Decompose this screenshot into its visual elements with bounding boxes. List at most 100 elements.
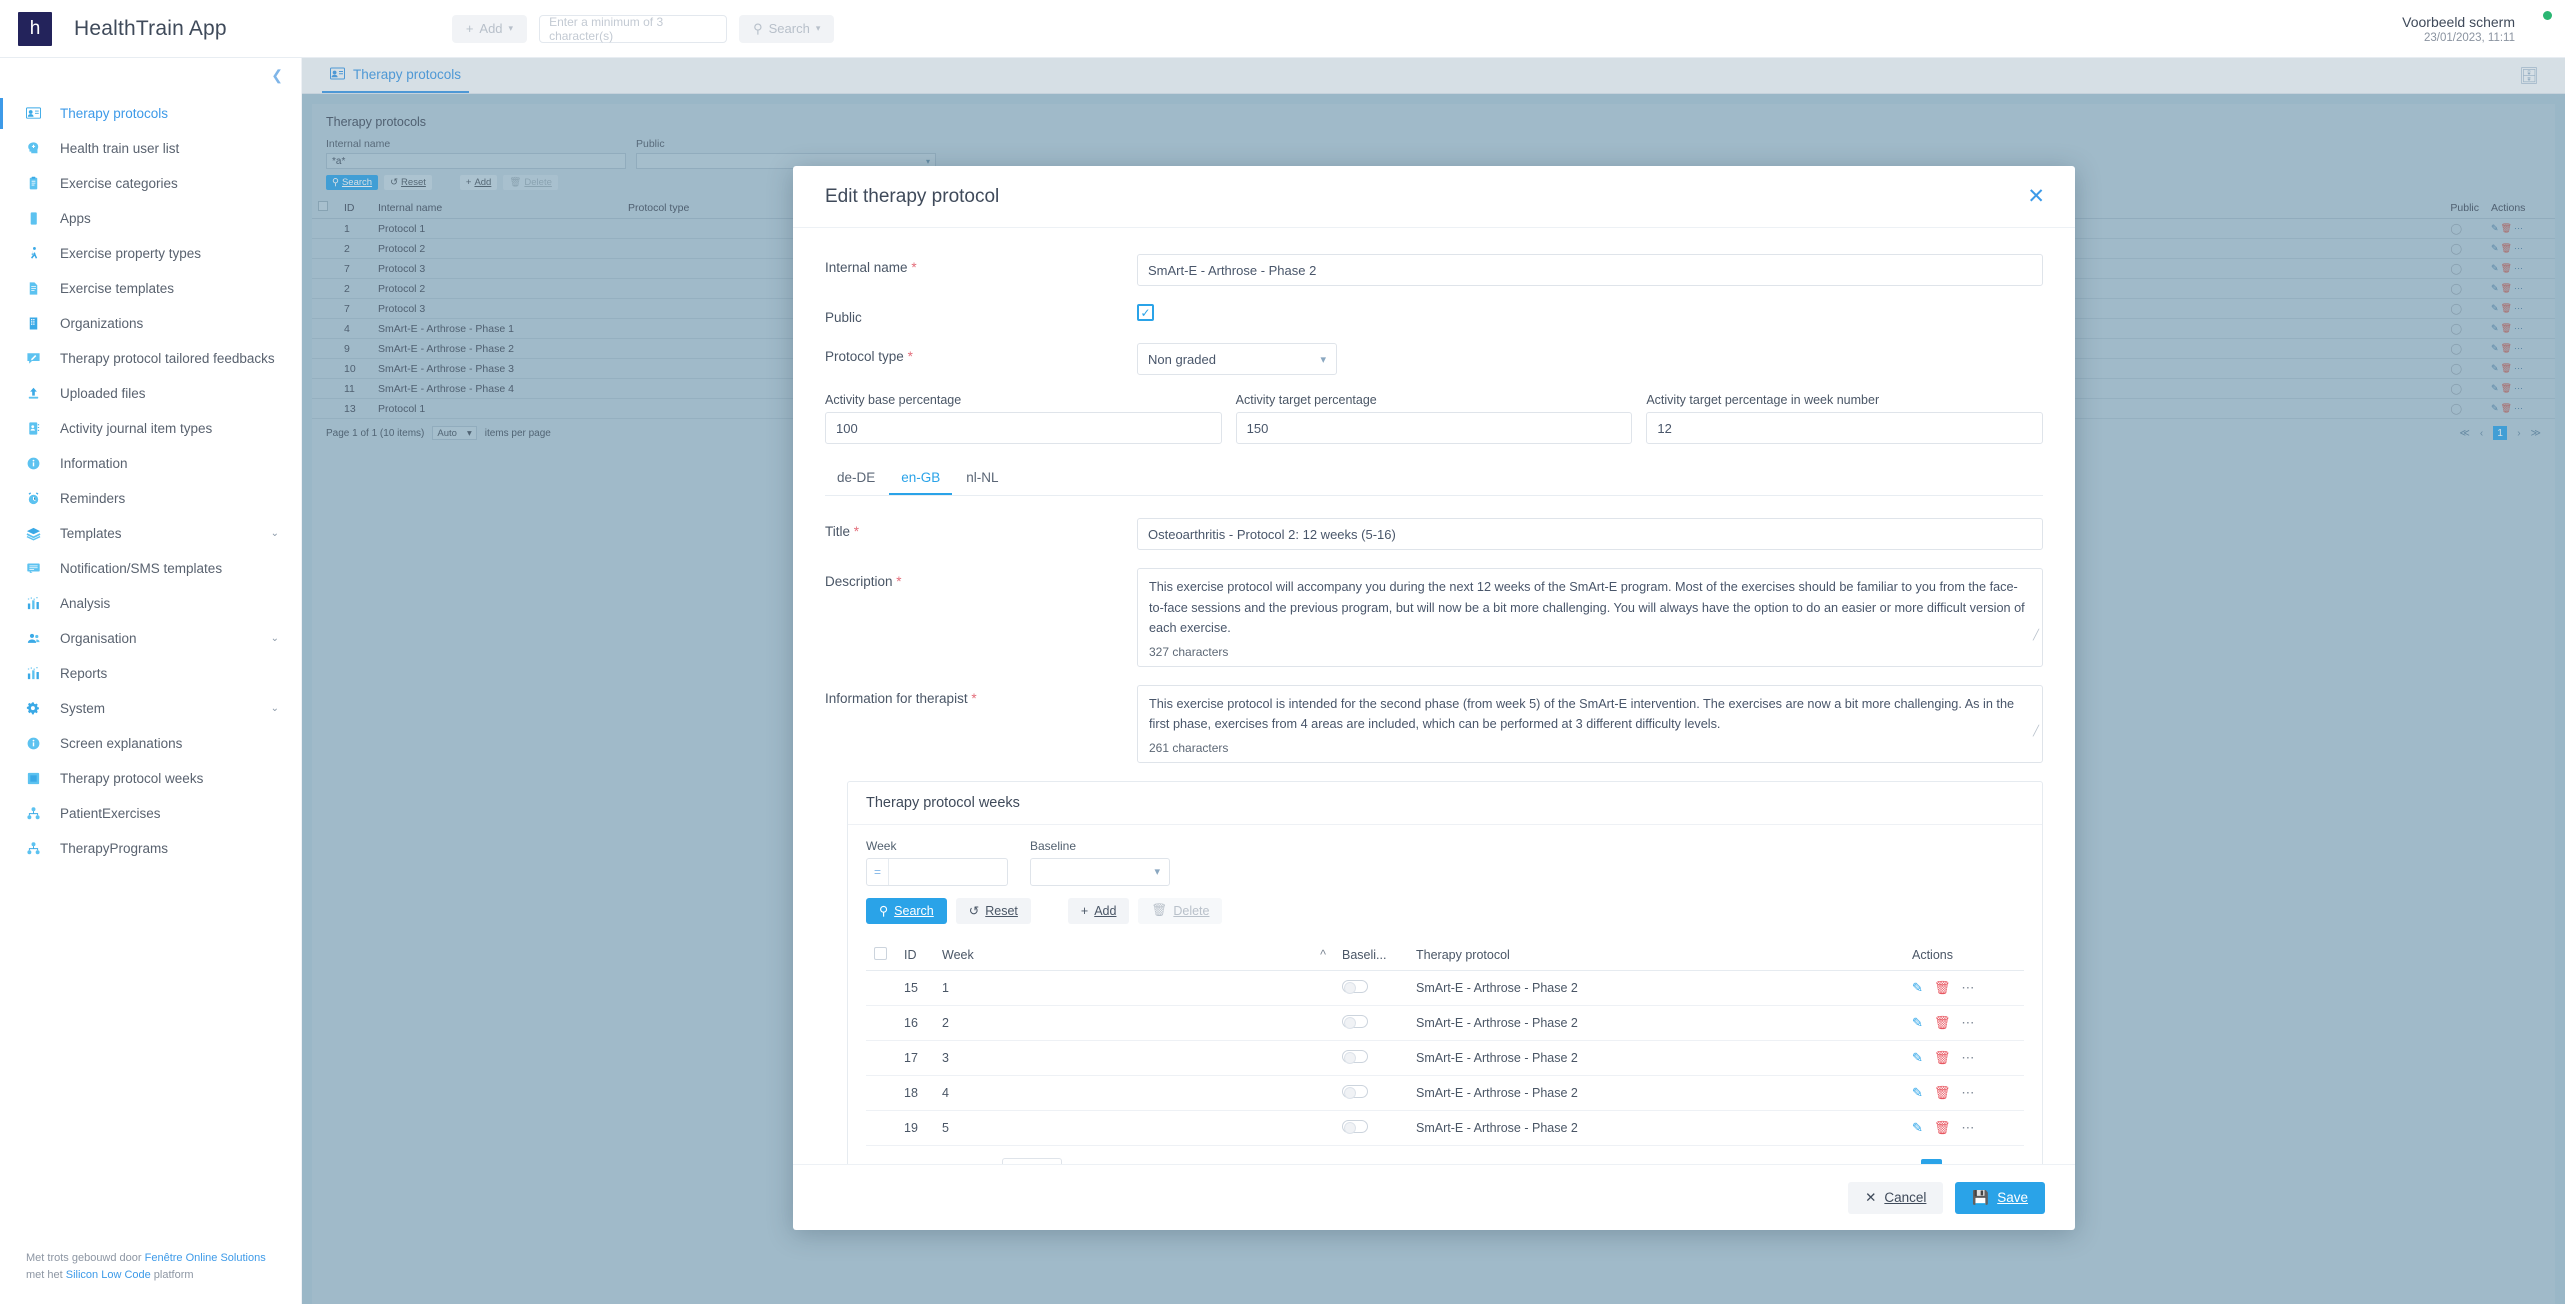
cell-baseline[interactable]: [1334, 1040, 1408, 1076]
sidebar-item-exercise-templates[interactable]: Exercise templates: [0, 271, 301, 306]
weeks-add-button[interactable]: + Add: [1067, 897, 1130, 924]
cell-baseline[interactable]: [1334, 970, 1408, 1006]
cell-actions[interactable]: ✎ 🗑 ⋯: [1904, 1110, 2024, 1146]
sidebar-item-therapy-protocols[interactable]: Therapy protocols: [0, 96, 301, 131]
therapist-textarea[interactable]: This exercise protocol is intended for t…: [1138, 686, 2042, 741]
baseline-toggle[interactable]: [1342, 1084, 1368, 1099]
close-icon[interactable]: ✕: [2027, 186, 2045, 207]
language-tab-nl-nl[interactable]: nl-NL: [954, 464, 1010, 495]
edit-pencil-icon[interactable]: ✎: [1912, 1015, 1923, 1031]
sidebar-item-organisation[interactable]: Organisation ⌄: [0, 621, 301, 656]
cell-actions[interactable]: ✎ 🗑 ⋯: [1904, 1075, 2024, 1111]
weeks-column-protocol[interactable]: Therapy protocol: [1408, 939, 1904, 971]
weeks-select-all-checkbox-cell[interactable]: [866, 939, 896, 971]
delete-trash-icon[interactable]: 🗑: [1934, 1050, 1951, 1066]
table-row[interactable]: 15 1 SmArt-E - Arthrose - Phase 2 ✎ 🗑 ⋯: [866, 970, 2024, 1006]
weeks-week-input[interactable]: =: [866, 857, 1008, 886]
sidebar-item-apps[interactable]: Apps: [0, 201, 301, 236]
sidebar-item-reminders[interactable]: Reminders: [0, 481, 301, 516]
table-row[interactable]: 16 2 SmArt-E - Arthrose - Phase 2 ✎ 🗑 ⋯: [866, 1005, 2024, 1041]
save-button[interactable]: 💾 Save: [1955, 1181, 2045, 1214]
baseline-toggle[interactable]: [1342, 979, 1368, 994]
activity-target-input[interactable]: 150: [1235, 412, 1633, 444]
sidebar-item-therapyprograms[interactable]: TherapyPrograms: [0, 831, 301, 866]
baseline-toggle[interactable]: [1342, 1049, 1368, 1064]
sidebar-item-screen-explanations[interactable]: Screen explanations: [0, 726, 301, 761]
cell-actions[interactable]: ✎ 🗑 ⋯: [1904, 1005, 2024, 1041]
more-dots-icon[interactable]: ⋯: [1961, 1085, 1975, 1101]
sidebar-item-notification-sms-templates[interactable]: Notification/SMS templates: [0, 551, 301, 586]
delete-trash-icon[interactable]: 🗑: [1934, 980, 1951, 996]
operator-equals-icon[interactable]: =: [867, 858, 889, 885]
sidebar-item-exercise-property-types[interactable]: Exercise property types: [0, 236, 301, 271]
sidebar-item-analysis[interactable]: Analysis: [0, 586, 301, 621]
row-checkbox-cell[interactable]: [866, 1110, 896, 1146]
chevron-down-icon[interactable]: ⌄: [271, 703, 279, 714]
global-search-button[interactable]: ⚲ Search ▾: [739, 14, 835, 43]
weeks-baseline-select[interactable]: ▾: [1030, 857, 1170, 886]
title-input[interactable]: Osteoarthritis - Protocol 2: 12 weeks (5…: [1137, 518, 2043, 550]
activity-base-input[interactable]: 100: [825, 412, 1222, 444]
language-tab-en-gb[interactable]: en-GB: [889, 464, 953, 495]
cell-baseline[interactable]: [1334, 1005, 1408, 1041]
row-checkbox-cell[interactable]: [866, 1075, 896, 1111]
cell-baseline[interactable]: [1334, 1075, 1408, 1111]
table-row[interactable]: 19 5 SmArt-E - Arthrose - Phase 2 ✎ 🗑 ⋯: [866, 1110, 2024, 1146]
edit-pencil-icon[interactable]: ✎: [1912, 980, 1923, 996]
row-checkbox-cell[interactable]: [866, 1005, 896, 1041]
delete-trash-icon[interactable]: 🗑: [1934, 1120, 1951, 1136]
sidebar-item-system[interactable]: System ⌄: [0, 691, 301, 726]
footer-link-silicon[interactable]: Silicon Low Code: [66, 1269, 151, 1281]
add-button[interactable]: + Add ▾: [451, 14, 528, 43]
table-row[interactable]: 18 4 SmArt-E - Arthrose - Phase 2 ✎ 🗑 ⋯: [866, 1075, 2024, 1111]
protocol-type-select[interactable]: Non graded ▾: [1137, 343, 1337, 375]
baseline-toggle[interactable]: [1342, 1119, 1368, 1134]
sidebar-item-uploaded-files[interactable]: Uploaded files: [0, 376, 301, 411]
cell-actions[interactable]: ✎ 🗑 ⋯: [1904, 970, 2024, 1006]
weeks-reset-button[interactable]: ↺ Reset: [955, 897, 1031, 924]
sidebar-item-patientexercises[interactable]: PatientExercises: [0, 796, 301, 831]
sidebar-item-therapy-protocol-weeks[interactable]: Therapy protocol weeks: [0, 761, 301, 796]
weeks-search-button[interactable]: ⚲ Search: [866, 897, 947, 924]
activity-week-input[interactable]: 12: [1646, 412, 2044, 444]
edit-pencil-icon[interactable]: ✎: [1912, 1050, 1923, 1066]
more-dots-icon[interactable]: ⋯: [1961, 1015, 1975, 1031]
table-row[interactable]: 17 3 SmArt-E - Arthrose - Phase 2 ✎ 🗑 ⋯: [866, 1040, 2024, 1076]
language-tab-de-de[interactable]: de-DE: [825, 464, 887, 495]
row-checkbox-cell[interactable]: [866, 970, 896, 1006]
edit-pencil-icon[interactable]: ✎: [1912, 1120, 1923, 1136]
more-dots-icon[interactable]: ⋯: [1961, 980, 1975, 996]
resize-grip-icon[interactable]: ╱: [2033, 724, 2039, 740]
sidebar-collapse-row[interactable]: ❮: [0, 58, 301, 92]
chevron-down-icon[interactable]: ⌄: [271, 528, 279, 539]
weeks-column-id[interactable]: ID: [896, 939, 934, 971]
description-textarea[interactable]: This exercise protocol will accompany yo…: [1138, 569, 2042, 645]
sidebar-item-exercise-categories[interactable]: Exercise categories: [0, 166, 301, 201]
internal-name-input[interactable]: SmArt-E - Arthrose - Phase 2: [1137, 254, 2043, 286]
delete-trash-icon[interactable]: 🗑: [1934, 1085, 1951, 1101]
cell-actions[interactable]: ✎ 🗑 ⋯: [1904, 1040, 2024, 1076]
public-checkbox[interactable]: ✓: [1137, 304, 1154, 321]
chevron-left-icon[interactable]: ❮: [271, 68, 283, 82]
sidebar-item-activity-journal-item-types[interactable]: Activity journal item types: [0, 411, 301, 446]
baseline-toggle[interactable]: [1342, 1014, 1368, 1029]
sidebar-item-reports[interactable]: Reports: [0, 656, 301, 691]
weeks-column-week[interactable]: Week ^: [934, 939, 1334, 971]
sidebar-item-templates[interactable]: Templates ⌄: [0, 516, 301, 551]
top-bar-user-block[interactable]: Voorbeeld scherm 23/01/2023, 11:11: [2402, 14, 2543, 44]
global-search-input[interactable]: Enter a minimum of 3 character(s): [539, 14, 728, 43]
footer-link-fenetre[interactable]: Fenêtre Online Solutions: [145, 1252, 266, 1264]
sidebar-item-organizations[interactable]: Organizations: [0, 306, 301, 341]
sidebar-item-therapy-protocol-tailored-feedbacks[interactable]: Therapy protocol tailored feedbacks: [0, 341, 301, 376]
weeks-column-baseline[interactable]: Baseli...: [1334, 939, 1408, 971]
sidebar-item-information[interactable]: Information: [0, 446, 301, 481]
row-checkbox-cell[interactable]: [866, 1040, 896, 1076]
checkbox-icon[interactable]: [874, 946, 887, 960]
more-dots-icon[interactable]: ⋯: [1961, 1050, 1975, 1066]
cell-baseline[interactable]: [1334, 1110, 1408, 1146]
chevron-down-icon[interactable]: ⌄: [271, 633, 279, 644]
edit-pencil-icon[interactable]: ✎: [1912, 1085, 1923, 1101]
more-dots-icon[interactable]: ⋯: [1961, 1120, 1975, 1136]
delete-trash-icon[interactable]: 🗑: [1934, 1015, 1951, 1031]
resize-grip-icon[interactable]: ╱: [2033, 628, 2039, 644]
